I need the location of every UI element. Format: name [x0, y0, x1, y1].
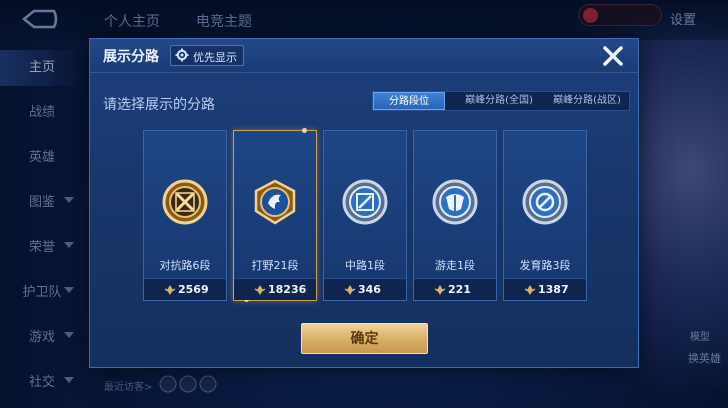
lane-rank-name: 游走1段: [435, 259, 475, 272]
display-lane-dialog: 展示分路 优先显示 请选择展示的分路 分路段位 巅峰分路(全国) 巅峰分路(战区…: [89, 38, 639, 368]
lane-card-roam[interactable]: 游走1段 221: [413, 130, 497, 301]
confirm-button[interactable]: 确定: [301, 323, 428, 354]
lane-score-bar: 346: [324, 278, 406, 300]
tab-lane-rank[interactable]: 分路段位: [373, 92, 445, 110]
lane-rank-name: 中路1段: [345, 259, 385, 272]
gear-icon: [175, 48, 189, 62]
mid-lane-emblem-icon: [342, 179, 388, 225]
select-lane-prompt: 请选择展示的分路: [103, 97, 215, 113]
lane-score: 2569: [178, 283, 209, 296]
dragon-emblem-icon: [254, 179, 296, 225]
lane-score-bar: 2569: [144, 278, 226, 300]
lane-type-tabs: 分路段位 巅峰分路(全国) 巅峰分路(战区): [372, 91, 630, 111]
lane-score: 221: [448, 283, 471, 296]
lane-rank-name: 打野21段: [251, 259, 299, 272]
support-emblem-icon: [432, 179, 478, 225]
lane-rank-name: 对抗路6段: [159, 259, 211, 272]
lane-score: 1387: [538, 283, 569, 296]
lane-score: 18236: [268, 283, 307, 296]
priority-display-label: 优先显示: [193, 51, 237, 64]
dialog-title: 展示分路: [103, 49, 159, 65]
lane-score: 346: [358, 283, 381, 296]
marksman-emblem-icon: [522, 179, 568, 225]
close-icon[interactable]: [600, 43, 626, 69]
lane-card-mid[interactable]: 中路1段 346: [323, 130, 407, 301]
dialog-header: 展示分路 优先显示: [90, 39, 638, 73]
power-icon: [254, 285, 266, 295]
power-icon: [524, 285, 536, 295]
lane-score-bar: 18236: [234, 278, 316, 300]
selected-marker: [302, 128, 307, 133]
gold-sword-emblem-icon: [162, 179, 208, 225]
lane-score-bar: 1387: [504, 278, 586, 300]
lane-card-jungle[interactable]: 打野21段 18236: [233, 128, 317, 302]
lane-rank-name: 发育路3段: [519, 259, 571, 272]
power-icon: [344, 285, 356, 295]
power-icon: [434, 285, 446, 295]
lane-score-bar: 221: [414, 278, 496, 300]
lane-card-farm[interactable]: 发育路3段 1387: [503, 130, 587, 301]
tab-peak-region[interactable]: 巅峰分路(战区): [545, 92, 629, 110]
priority-display-button[interactable]: 优先显示: [170, 45, 244, 66]
power-icon: [164, 285, 176, 295]
lane-card-clash[interactable]: 对抗路6段 2569: [143, 130, 227, 301]
tab-peak-national[interactable]: 巅峰分路(全国): [461, 92, 537, 110]
